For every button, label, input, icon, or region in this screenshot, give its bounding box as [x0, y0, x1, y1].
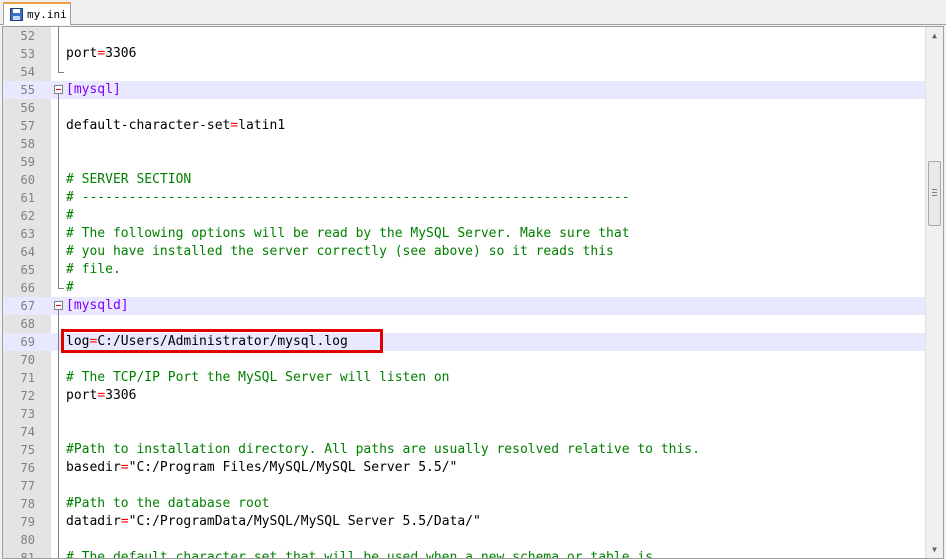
code-line[interactable]: 80	[3, 531, 925, 549]
line-number: 81	[20, 551, 35, 559]
line-number: 73	[20, 407, 35, 421]
line-number: 69	[20, 335, 35, 349]
code-line[interactable]: 78 #Path to the database root	[3, 495, 925, 513]
line-text: # you have installed the server correctl…	[66, 244, 614, 259]
code-line[interactable]: 56	[3, 99, 925, 117]
line-number: 71	[20, 371, 35, 385]
line-number: 54	[20, 65, 35, 79]
line-text: port=3306	[66, 388, 137, 403]
tab-label: my.ini	[27, 8, 67, 21]
fold-guide	[58, 94, 59, 288]
code-line[interactable]: 55 [mysql]	[3, 81, 925, 99]
line-number: 75	[20, 443, 35, 457]
save-icon	[10, 8, 23, 21]
fold-collapse-icon[interactable]	[54, 301, 63, 310]
code-line[interactable]: 53 port=3306	[3, 45, 925, 63]
line-number: 68	[20, 317, 35, 331]
scroll-up-arrow-icon[interactable]: ▲	[926, 27, 943, 44]
code-line[interactable]: 60 # SERVER SECTION	[3, 171, 925, 189]
line-text: datadir="C:/ProgramData/MySQL/MySQL Serv…	[66, 514, 481, 529]
code-line[interactable]: 72 port=3306	[3, 387, 925, 405]
line-text: #	[66, 208, 74, 223]
line-text: #	[66, 280, 74, 295]
line-number: 60	[20, 173, 35, 187]
code-line[interactable]: 62 #	[3, 207, 925, 225]
line-number: 62	[20, 209, 35, 223]
code-line[interactable]: 66 #	[3, 279, 925, 297]
fold-guide	[58, 27, 59, 72]
text-editor[interactable]: 52 53 port=3306 54 55 [mysql] 56 57 default-char…	[2, 26, 944, 559]
code-line[interactable]: 64 # you have installed the server correc…	[3, 243, 925, 261]
line-text: # The following options will be read by …	[66, 226, 630, 241]
line-number: 58	[20, 137, 35, 151]
line-number: 52	[20, 29, 35, 43]
line-text: #Path to the database root	[66, 496, 270, 511]
code-line[interactable]: 57 default-character-set=latin1	[3, 117, 925, 135]
line-text: port=3306	[66, 46, 137, 61]
code-line[interactable]: 77	[3, 477, 925, 495]
line-text: # --------------------------------------…	[66, 190, 630, 205]
code-line[interactable]: 75 #Path to installation directory. All p…	[3, 441, 925, 459]
tab-my-ini[interactable]: my.ini	[3, 2, 71, 25]
code-line[interactable]: 79 datadir="C:/ProgramData/MySQL/MySQL Se…	[3, 513, 925, 531]
line-number: 77	[20, 479, 35, 493]
line-number: 76	[20, 461, 35, 475]
highlight-annotation-box	[61, 329, 383, 353]
vertical-scrollbar[interactable]: ▲ ▼	[925, 27, 943, 558]
line-number: 80	[20, 533, 35, 547]
line-number: 74	[20, 425, 35, 439]
code-line[interactable]: 52	[3, 27, 925, 45]
fold-end-marker	[58, 288, 64, 289]
line-number: 64	[20, 245, 35, 259]
code-line[interactable]: 58	[3, 135, 925, 153]
scroll-down-arrow-icon[interactable]: ▼	[926, 541, 943, 558]
line-number: 66	[20, 281, 35, 295]
scroll-thumb[interactable]	[928, 161, 941, 226]
line-number: 72	[20, 389, 35, 403]
code-line[interactable]: 63 # The following options will be read b…	[3, 225, 925, 243]
line-text: # SERVER SECTION	[66, 172, 192, 187]
fold-end-marker	[58, 72, 64, 73]
line-number: 78	[20, 497, 35, 511]
code-line[interactable]: 73	[3, 405, 925, 423]
code-line[interactable]: 61 # ------------------------------------…	[3, 189, 925, 207]
code-line[interactable]: 81 # The default character set that will …	[3, 549, 925, 559]
code-line[interactable]: 67 [mysqld]	[3, 297, 925, 315]
line-text: basedir="C:/Program Files/MySQL/MySQL Se…	[66, 460, 458, 475]
line-text: [mysqld]	[66, 298, 129, 313]
line-number: 59	[20, 155, 35, 169]
line-number: 79	[20, 515, 35, 529]
line-text: #Path to installation directory. All pat…	[66, 442, 700, 457]
line-text: # The TCP/IP Port the MySQL Server will …	[66, 370, 450, 385]
line-number: 61	[20, 191, 35, 205]
fold-guide	[58, 310, 59, 558]
line-number: 67	[20, 299, 35, 313]
line-number: 70	[20, 353, 35, 367]
code-line[interactable]: 59	[3, 153, 925, 171]
line-text: default-character-set=latin1	[66, 118, 286, 133]
code-line[interactable]: 71 # The TCP/IP Port the MySQL Server wil…	[3, 369, 925, 387]
line-number: 56	[20, 101, 35, 115]
line-text: [mysql]	[66, 82, 121, 97]
code-line[interactable]: 65 # file.	[3, 261, 925, 279]
code-line[interactable]: 76 basedir="C:/Program Files/MySQL/MySQL …	[3, 459, 925, 477]
fold-collapse-icon[interactable]	[54, 85, 63, 94]
code-line[interactable]: 70	[3, 351, 925, 369]
line-number: 63	[20, 227, 35, 241]
code-line[interactable]: 74	[3, 423, 925, 441]
line-number: 57	[20, 119, 35, 133]
code-line[interactable]: 54	[3, 63, 925, 81]
line-text: # The default character set that will be…	[66, 550, 653, 559]
line-number: 55	[20, 83, 35, 97]
tab-bar: my.ini	[0, 0, 946, 25]
line-number: 65	[20, 263, 35, 277]
line-number: 53	[20, 47, 35, 61]
line-text: # file.	[66, 262, 121, 277]
